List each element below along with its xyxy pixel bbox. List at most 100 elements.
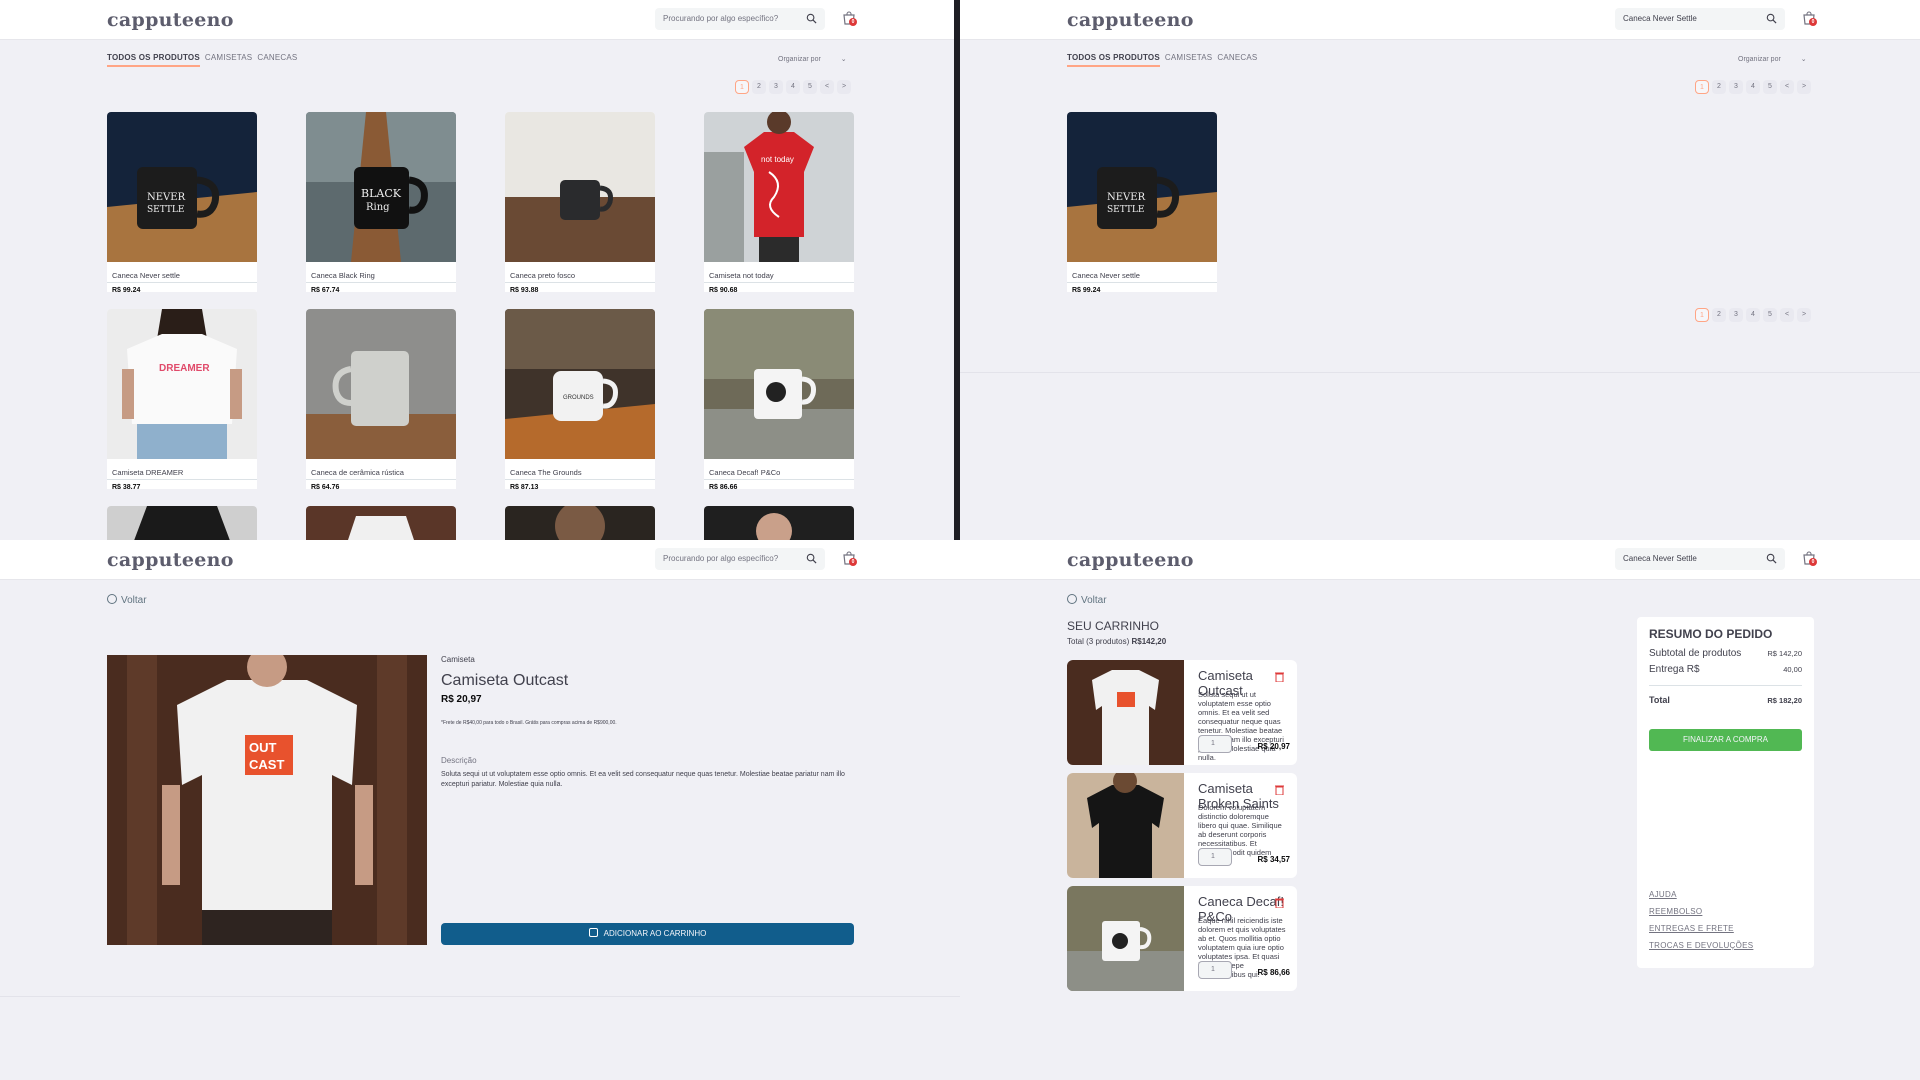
shipping-link[interactable]: ENTREGAS E FRETE — [1649, 924, 1734, 933]
chevron-down-icon: ⌄ — [840, 56, 847, 63]
product-image-shirt-dark — [505, 506, 655, 540]
page-4[interactable]: 4 — [1746, 308, 1760, 322]
page-4[interactable]: 4 — [786, 80, 800, 94]
page-1[interactable]: 1 — [1695, 308, 1709, 322]
page-1[interactable]: 1 — [735, 80, 749, 94]
product-card[interactable]: BLACK Ring Caneca Black Ring R$ 67,74 — [306, 112, 456, 292]
tab-mugs[interactable]: CANECAS — [257, 53, 297, 65]
pagination: 1 2 3 4 5 < > — [735, 80, 851, 94]
tab-shirts[interactable]: CAMISETAS — [1165, 53, 1212, 65]
search-input[interactable]: Caneca Never Settle — [1615, 548, 1785, 570]
logo[interactable]: capputeeno — [107, 549, 234, 571]
delivery-row: Entrega R$ 40,00 — [1649, 664, 1802, 675]
search-icon[interactable] — [1766, 13, 1777, 24]
returns-link[interactable]: TROCAS E DEVOLUÇÕES — [1649, 941, 1753, 950]
quantity-select[interactable]: 1 — [1198, 735, 1232, 753]
trash-icon[interactable] — [1275, 784, 1284, 795]
product-card[interactable] — [306, 506, 456, 540]
product-image-shirt-white — [306, 506, 456, 540]
prev-page-button[interactable]: < — [1780, 308, 1794, 322]
cart-count-badge: 0 — [1809, 18, 1817, 26]
product-card[interactable]: NEVER SETTLE Caneca Never settle R$ 99,24 — [1067, 112, 1217, 292]
page-3[interactable]: 3 — [1729, 308, 1743, 322]
header: capputeeno Caneca Never Settle 0 — [960, 0, 1920, 40]
product-image-shirt-red: not today — [704, 112, 854, 262]
trash-icon[interactable] — [1275, 671, 1284, 682]
product-card[interactable]: Caneca de cerâmica rústica R$ 64,76 — [306, 309, 456, 489]
page-5[interactable]: 5 — [1763, 308, 1777, 322]
product-card[interactable]: NEVER SETTLE Caneca Never settle R$ 99,24 — [107, 112, 257, 292]
back-button[interactable]: Voltar — [1067, 594, 1107, 606]
logo[interactable]: capputeeno — [1067, 549, 1194, 571]
cart-item: Caneca Decaf! P&Co Eaque nihil reiciendi… — [1067, 886, 1297, 991]
back-button[interactable]: Voltar — [107, 594, 147, 606]
page-1[interactable]: 1 — [1695, 80, 1709, 94]
search-input[interactable]: Caneca Never Settle — [1615, 8, 1785, 30]
page-2[interactable]: 2 — [1712, 80, 1726, 94]
tab-mugs[interactable]: CANECAS — [1217, 53, 1257, 65]
category-tabs: TODOS OS PRODUTOS CAMISETAS CANECAS — [107, 53, 302, 67]
product-image-shirt-dreamer: DREAMER — [107, 309, 257, 459]
next-page-button[interactable]: > — [837, 80, 851, 94]
product-card[interactable] — [704, 506, 854, 540]
product-price: R$ 99,24 — [1072, 287, 1101, 292]
help-link[interactable]: AJUDA — [1649, 890, 1677, 899]
refund-link[interactable]: REEMBOLSO — [1649, 907, 1702, 916]
page-5[interactable]: 5 — [803, 80, 817, 94]
svg-text:NEVER: NEVER — [147, 192, 186, 203]
product-card[interactable]: not today Camiseta not today R$ 90,68 — [704, 112, 854, 292]
search-icon[interactable] — [1766, 553, 1777, 564]
description-title: Descrição — [441, 756, 477, 765]
product-name: Caneca Decaf! P&Co — [704, 464, 854, 480]
prev-page-button[interactable]: < — [820, 80, 834, 94]
pagination-top: 1 2 3 4 5 < > — [1695, 80, 1811, 94]
next-page-button[interactable]: > — [1797, 80, 1811, 94]
sort-dropdown[interactable]: Organizar por ⌄ — [778, 55, 847, 63]
pagination-bottom: 1 2 3 4 5 < > — [1695, 308, 1811, 322]
svg-text:not today: not today — [761, 155, 794, 164]
svg-text:SETTLE: SETTLE — [147, 205, 184, 215]
cart-item-image — [1067, 660, 1184, 765]
product-card[interactable]: DREAMER Camiseta DREAMER R$ 38,77 — [107, 309, 257, 489]
cart-count-badge: 0 — [1809, 558, 1817, 566]
search-icon[interactable] — [806, 13, 817, 24]
sort-dropdown[interactable]: Organizar por ⌄ — [1738, 55, 1807, 63]
product-card[interactable]: Caneca Decaf! P&Co R$ 86,66 — [704, 309, 854, 489]
page-5[interactable]: 5 — [1763, 80, 1777, 94]
tab-all-products[interactable]: TODOS OS PRODUTOS — [1067, 53, 1160, 67]
tab-all-products[interactable]: TODOS OS PRODUTOS — [107, 53, 200, 67]
product-price: R$ 20,97 — [441, 694, 482, 705]
add-to-cart-button[interactable]: ADICIONAR AO CARRINHO — [441, 923, 854, 945]
product-name: Camiseta not today — [704, 267, 854, 283]
trash-icon[interactable] — [1275, 897, 1284, 908]
tab-shirts[interactable]: CAMISETAS — [205, 53, 252, 65]
page-2[interactable]: 2 — [752, 80, 766, 94]
next-page-button[interactable]: > — [1797, 308, 1811, 322]
quantity-select[interactable]: 1 — [1198, 961, 1232, 979]
catalog-screen: capputeeno Procurando por algo específic… — [0, 0, 954, 540]
page-2[interactable]: 2 — [1712, 308, 1726, 322]
product-image-mug-grounds: GROUNDS — [505, 309, 655, 459]
product-image-mug-black: NEVER SETTLE — [1067, 112, 1217, 262]
subtotal-row: Subtotal de produtos R$ 142,20 — [1649, 648, 1802, 659]
quantity-select[interactable]: 1 — [1198, 848, 1232, 866]
checkout-button[interactable]: FINALIZAR A COMPRA — [1649, 729, 1802, 751]
search-input[interactable]: Procurando por algo específico? — [655, 548, 825, 570]
prev-page-button[interactable]: < — [1780, 80, 1794, 94]
page-3[interactable]: 3 — [769, 80, 783, 94]
logo[interactable]: capputeeno — [1067, 9, 1194, 31]
product-card[interactable]: GROUNDS Caneca The Grounds R$ 87,13 — [505, 309, 655, 489]
product-image-mug-decaf — [704, 309, 854, 459]
product-card[interactable] — [107, 506, 257, 540]
total-row: Total R$ 182,20 — [1649, 695, 1802, 705]
search-input[interactable]: Procurando por algo específico? — [655, 8, 825, 30]
product-card[interactable] — [505, 506, 655, 540]
product-card[interactable]: Caneca preto fosco R$ 93,88 — [505, 112, 655, 292]
search-icon[interactable] — [806, 553, 817, 564]
product-price: R$ 38,77 — [112, 484, 141, 489]
page-4[interactable]: 4 — [1746, 80, 1760, 94]
product-price: R$ 99,24 — [112, 287, 141, 292]
page-3[interactable]: 3 — [1729, 80, 1743, 94]
svg-text:OUT: OUT — [249, 740, 277, 755]
logo[interactable]: capputeeno — [107, 9, 234, 31]
